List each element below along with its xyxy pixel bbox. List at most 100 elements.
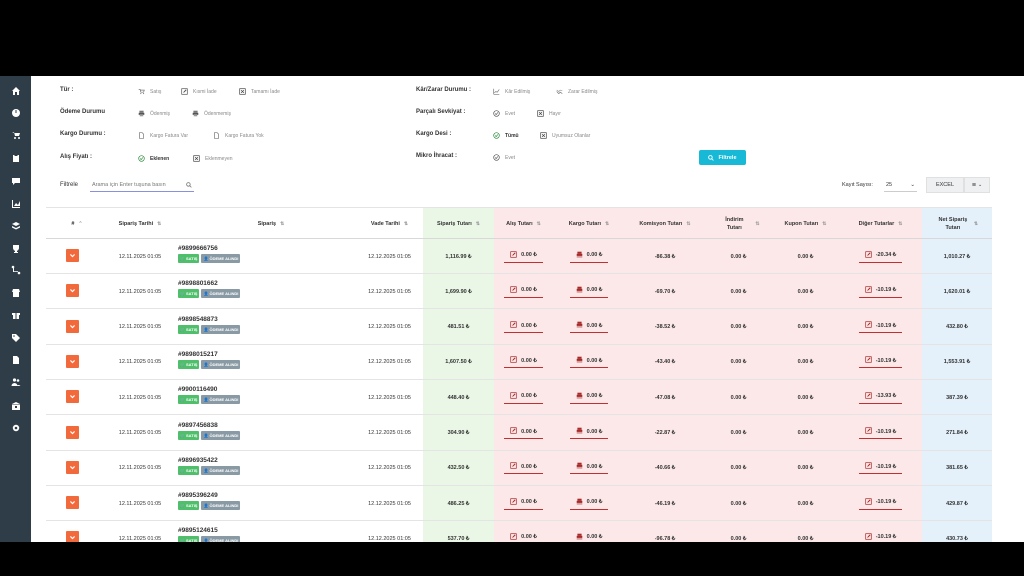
gear-icon[interactable]	[10, 422, 21, 433]
table-row[interactable]: 12.11.2025 01:05 #9897456838 🛒 SATIŞ 👤 ÖDEME …	[46, 416, 992, 451]
sort-icon[interactable]: ⇅	[822, 220, 826, 228]
table-row[interactable]: 12.11.2025 01:05 #9896935422 🛒 SATIŞ 👤 ÖDEME …	[46, 451, 992, 486]
columns-menu-button[interactable]: ≡ ⌄	[964, 177, 990, 193]
purchase-amount-edit[interactable]: 0.00 ₺	[504, 462, 543, 475]
purchase-amount-edit[interactable]: 0.00 ₺	[504, 250, 543, 263]
bank-icon[interactable]	[10, 400, 21, 411]
search-input[interactable]: Arama için Enter tuşuna basın	[90, 179, 194, 192]
filter-option-mikro-0[interactable]: Evet	[493, 154, 515, 161]
filter-button[interactable]: Filtrele	[699, 150, 746, 165]
cargo-amount-edit[interactable]: 0.00 ₺	[569, 321, 609, 334]
sort-icon[interactable]: ⇅	[476, 220, 480, 228]
column-header-3[interactable]: Vade Tarihi ⇅	[356, 208, 423, 240]
clipboard-icon[interactable]	[10, 152, 21, 163]
gift-icon[interactable]	[10, 309, 21, 320]
cargo-amount-edit[interactable]: 0.00 ₺	[569, 498, 609, 510]
filter-option-kar-1[interactable]: Zarar Edilmiş	[556, 88, 597, 95]
order-number-link[interactable]: #9895124615	[178, 527, 240, 534]
sort-icon[interactable]: ⇅	[537, 220, 541, 228]
table-row[interactable]: 12.11.2025 01:05 #9899666756 🛒 SATIŞ 👤 ÖDEME …	[46, 239, 992, 274]
column-header-1[interactable]: Sipariş Tarihi ⇅	[94, 208, 186, 240]
column-header-7[interactable]: Komisyon Tutarı ⇅	[625, 208, 705, 240]
purchase-amount-edit[interactable]: 0.00 ₺	[504, 392, 543, 404]
expand-row-button[interactable]	[66, 319, 79, 333]
records-select[interactable]: 25 ⌄	[884, 178, 917, 192]
filter-option-desi-1[interactable]: Uyumsuz Olanlar	[540, 132, 590, 139]
tags-icon[interactable]	[10, 332, 21, 343]
filter-option-odeme-1[interactable]: Ödenmemiş	[192, 110, 231, 117]
home-icon[interactable]	[10, 85, 21, 96]
expand-row-button[interactable]	[66, 460, 79, 474]
filter-option-parcali-1[interactable]: Hayır	[537, 110, 561, 117]
column-header-2[interactable]: Sipariş ⇅	[186, 208, 356, 240]
layers-icon[interactable]	[10, 220, 21, 231]
cargo-amount-edit[interactable]: 0.00 ₺	[569, 392, 609, 404]
cargo-amount-edit[interactable]: 0.00 ₺	[570, 533, 609, 542]
order-number-link[interactable]: #9899666756	[178, 245, 240, 252]
purchase-amount-edit[interactable]: 0.00 ₺	[504, 286, 543, 298]
other-amount-edit[interactable]: -10.19 ₺	[858, 497, 903, 510]
file-icon[interactable]	[10, 354, 21, 365]
column-header-10[interactable]: Diğer Tutarlar ⇅	[839, 208, 922, 240]
column-header-6[interactable]: Kargo Tutarı ⇅	[553, 208, 625, 240]
other-amount-edit[interactable]: -20.34 ₺	[858, 250, 903, 263]
trophy-icon[interactable]	[10, 243, 21, 254]
cargo-amount-edit[interactable]: 0.00 ₺	[569, 427, 609, 439]
expand-row-button[interactable]	[66, 284, 79, 298]
order-number-link[interactable]: #9895396249	[178, 492, 240, 499]
filter-option-kargo-1[interactable]: Kargo Fatura Yok	[213, 132, 264, 139]
expand-row-button[interactable]	[66, 496, 79, 510]
filter-option-alis-1[interactable]: Eklenmeyen	[193, 155, 233, 162]
sort-icon[interactable]: ⌃	[78, 220, 82, 228]
sort-icon[interactable]: ⇅	[157, 220, 161, 228]
sort-icon[interactable]: ⇅	[755, 220, 759, 228]
sort-icon[interactable]: ⇅	[898, 220, 902, 228]
purchase-amount-edit[interactable]: 0.00 ₺	[504, 321, 543, 334]
users-icon[interactable]	[10, 376, 21, 387]
order-number-link[interactable]: #9898801662	[178, 280, 240, 287]
order-number-link[interactable]: #9898548873	[178, 316, 240, 323]
cart-icon[interactable]	[10, 129, 21, 140]
purchase-amount-edit[interactable]: 0.00 ₺	[504, 497, 543, 510]
sort-icon[interactable]: ⇅	[404, 220, 408, 228]
sort-icon[interactable]: ⇅	[280, 220, 284, 228]
store-icon[interactable]	[10, 287, 21, 298]
purchase-amount-edit[interactable]: 0.00 ₺	[504, 356, 543, 369]
order-number-link[interactable]: #9896935422	[178, 457, 240, 464]
filter-option-odeme-0[interactable]: Ödenmiş	[138, 110, 170, 117]
other-amount-edit[interactable]: -10.19 ₺	[858, 462, 903, 475]
other-amount-edit[interactable]: -10.19 ₺	[858, 427, 903, 439]
routes-icon[interactable]	[10, 264, 21, 275]
expand-row-button[interactable]	[66, 249, 79, 262]
order-number-link[interactable]: #9900116490	[178, 386, 240, 393]
table-row[interactable]: 12.11.2025 01:05 #9898801662 🛒 SATIŞ 👤 ÖDEME …	[46, 274, 992, 310]
filter-option-kargo-0[interactable]: Kargo Fatura Var	[138, 132, 188, 139]
filter-option-tur-0[interactable]: Satış	[138, 88, 161, 95]
cargo-amount-edit[interactable]: 0.00 ₺	[569, 462, 609, 475]
purchase-amount-edit[interactable]: 0.00 ₺	[504, 533, 543, 542]
chart-icon[interactable]	[10, 198, 21, 209]
filter-option-alis-0[interactable]: Eklenen	[138, 155, 169, 162]
other-amount-edit[interactable]: -10.19 ₺	[859, 533, 903, 542]
sort-icon[interactable]: ⇅	[686, 220, 690, 228]
other-amount-edit[interactable]: -13.93 ₺	[858, 392, 903, 404]
column-header-8[interactable]: İndirim Tutarı ⇅	[705, 208, 772, 240]
filter-option-tur-2[interactable]: Tamamı İade	[239, 88, 280, 95]
column-header-11[interactable]: Net Sipariş Tutarı ⇅	[922, 208, 992, 240]
column-header-5[interactable]: Alış Tutarı ⇅	[494, 208, 553, 240]
column-header-4[interactable]: Sipariş Tutarı ⇅	[423, 208, 494, 240]
column-header-9[interactable]: Kupon Tutarı ⇅	[772, 208, 839, 240]
filter-option-parcali-0[interactable]: Evet	[493, 110, 515, 117]
filter-option-desi-0[interactable]: Tümü	[493, 132, 519, 139]
table-row[interactable]: 12.11.2025 01:05 #9898548873 🛒 SATIŞ 👤 ÖDEME …	[46, 310, 992, 345]
table-row[interactable]: 12.11.2025 01:05 #9900116490 🛒 SATIŞ 👤 ÖDEME …	[46, 380, 992, 416]
table-row[interactable]: 12.11.2025 01:05 #9895396249 🛒 SATIŞ 👤 ÖDEME …	[46, 486, 992, 522]
filter-option-kar-0[interactable]: Kâr Edilmiş	[493, 88, 530, 95]
table-row[interactable]: 12.11.2025 01:05 #9898015217 🛒 SATIŞ 👤 ÖDEME …	[46, 345, 992, 380]
excel-button[interactable]: EXCEL	[926, 177, 964, 193]
cargo-amount-edit[interactable]: 0.00 ₺	[569, 286, 609, 298]
expand-row-button[interactable]	[66, 354, 79, 368]
column-header-0[interactable]: # ⌃	[60, 208, 94, 240]
sort-icon[interactable]: ⇅	[974, 220, 978, 228]
table-row[interactable]: 12.11.2025 01:05 #9895124615 🛒 SATIŞ 👤 ÖDEME …	[46, 521, 992, 542]
